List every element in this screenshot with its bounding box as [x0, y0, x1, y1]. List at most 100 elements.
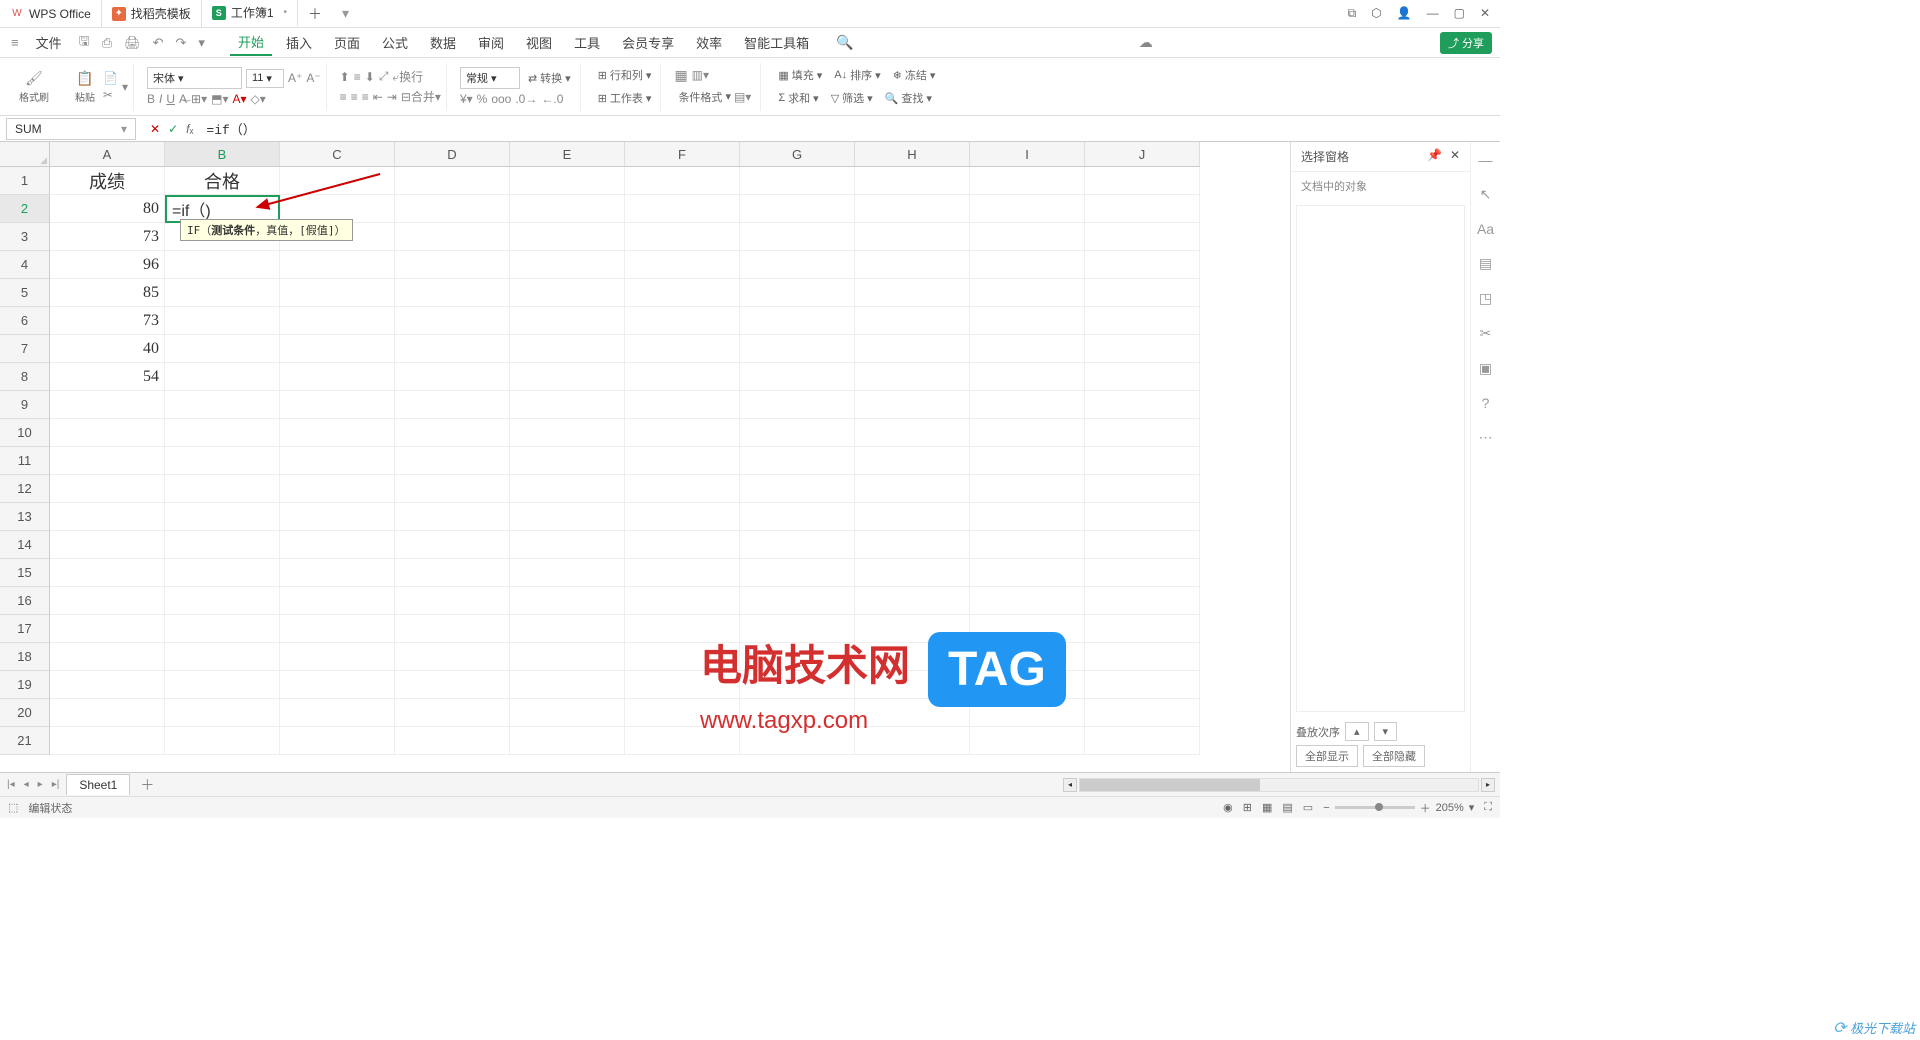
- row-header[interactable]: 19: [0, 671, 50, 699]
- row-header[interactable]: 20: [0, 699, 50, 727]
- menu-smart-tools[interactable]: 智能工具箱: [736, 30, 817, 55]
- view-normal-icon[interactable]: ⊞: [1243, 801, 1252, 814]
- row-header[interactable]: 15: [0, 559, 50, 587]
- cell[interactable]: [280, 307, 395, 335]
- rail-chart-icon[interactable]: ◳: [1479, 290, 1492, 307]
- cell[interactable]: [625, 503, 740, 531]
- cell[interactable]: [970, 503, 1085, 531]
- scroll-track[interactable]: [1079, 778, 1479, 792]
- row-header-6[interactable]: 6: [0, 307, 50, 335]
- cell[interactable]: [740, 251, 855, 279]
- cell[interactable]: [510, 727, 625, 755]
- cloud-icon[interactable]: ☁: [1139, 34, 1153, 51]
- cell[interactable]: [50, 475, 165, 503]
- col-header-I[interactable]: I: [970, 142, 1085, 167]
- strike-icon[interactable]: A̶: [179, 92, 187, 106]
- col-header-D[interactable]: D: [395, 142, 510, 167]
- cancel-icon[interactable]: ✕: [150, 122, 160, 136]
- cell[interactable]: [395, 643, 510, 671]
- cell[interactable]: [625, 363, 740, 391]
- cell[interactable]: [165, 503, 280, 531]
- cell[interactable]: [395, 391, 510, 419]
- cell-A8[interactable]: 54: [50, 363, 165, 391]
- row-header-2[interactable]: 2: [0, 195, 50, 223]
- cell[interactable]: [855, 195, 970, 223]
- rail-object-icon[interactable]: ▣: [1479, 360, 1492, 377]
- cell[interactable]: [625, 391, 740, 419]
- orientation-icon[interactable]: ⤢: [379, 69, 389, 84]
- cell[interactable]: [625, 587, 740, 615]
- cell[interactable]: [50, 615, 165, 643]
- cell[interactable]: [165, 391, 280, 419]
- cell[interactable]: [855, 279, 970, 307]
- cell[interactable]: [280, 559, 395, 587]
- cell[interactable]: [1085, 475, 1200, 503]
- cell[interactable]: [50, 503, 165, 531]
- format-painter-button[interactable]: 🖌 格式刷: [15, 68, 53, 106]
- cell[interactable]: [50, 531, 165, 559]
- col-header-J[interactable]: J: [1085, 142, 1200, 167]
- redo-icon[interactable]: ↷: [173, 33, 190, 53]
- menu-tools[interactable]: 工具: [566, 30, 608, 55]
- cell[interactable]: [280, 475, 395, 503]
- cell[interactable]: [1085, 195, 1200, 223]
- align-center-icon[interactable]: ≡: [351, 90, 358, 104]
- cell[interactable]: [625, 307, 740, 335]
- cell[interactable]: [740, 503, 855, 531]
- cell[interactable]: [1085, 447, 1200, 475]
- sum-button[interactable]: Σ求和▾: [774, 88, 822, 108]
- select-all-corner[interactable]: [0, 142, 50, 167]
- cell[interactable]: [280, 503, 395, 531]
- cell-A7[interactable]: 40: [50, 335, 165, 363]
- percent-icon[interactable]: %: [477, 92, 488, 106]
- cell[interactable]: [280, 531, 395, 559]
- cell[interactable]: [50, 559, 165, 587]
- close-button[interactable]: ✕: [1480, 6, 1490, 21]
- cell[interactable]: [395, 699, 510, 727]
- cell[interactable]: [165, 307, 280, 335]
- cell[interactable]: [740, 559, 855, 587]
- preview-icon[interactable]: 🖨: [121, 33, 144, 53]
- cell[interactable]: [1085, 671, 1200, 699]
- rows-cols-button[interactable]: ⊞行和列▾: [594, 65, 656, 85]
- view-layout-icon[interactable]: ▤: [1282, 801, 1292, 814]
- cell[interactable]: [280, 363, 395, 391]
- sheet-tab-1[interactable]: Sheet1: [66, 774, 130, 795]
- cell[interactable]: [1085, 643, 1200, 671]
- cell[interactable]: [165, 615, 280, 643]
- cell[interactable]: [395, 307, 510, 335]
- find-button[interactable]: 🔍查找▾: [881, 88, 936, 108]
- cell[interactable]: [165, 363, 280, 391]
- move-up-button[interactable]: ▴: [1345, 722, 1369, 741]
- pin-icon[interactable]: 📌: [1427, 148, 1442, 162]
- cell[interactable]: [970, 223, 1085, 251]
- cell[interactable]: [165, 531, 280, 559]
- cell[interactable]: [280, 699, 395, 727]
- menu-page[interactable]: 页面: [326, 30, 368, 55]
- layout-icon[interactable]: ⧉: [1348, 6, 1357, 21]
- fullscreen-icon[interactable]: ⛶: [1484, 801, 1492, 814]
- cell[interactable]: [970, 195, 1085, 223]
- cell[interactable]: [395, 167, 510, 195]
- cell[interactable]: [165, 559, 280, 587]
- freeze-button[interactable]: ❄冻结▾: [889, 65, 940, 85]
- cell[interactable]: [855, 419, 970, 447]
- cell[interactable]: [740, 167, 855, 195]
- tab-wps-office[interactable]: W WPS Office: [0, 0, 102, 27]
- cell[interactable]: [165, 587, 280, 615]
- cube-icon[interactable]: ⬡: [1371, 6, 1381, 21]
- cell[interactable]: [855, 531, 970, 559]
- cell[interactable]: [855, 503, 970, 531]
- zoom-dropdown-icon[interactable]: ▾: [1469, 801, 1475, 814]
- cell[interactable]: [1085, 363, 1200, 391]
- cell[interactable]: [970, 531, 1085, 559]
- cell[interactable]: [740, 279, 855, 307]
- cell[interactable]: [625, 447, 740, 475]
- col-header-C[interactable]: C: [280, 142, 395, 167]
- zoom-slider[interactable]: [1335, 806, 1415, 809]
- cell[interactable]: [395, 223, 510, 251]
- cell[interactable]: [740, 307, 855, 335]
- scroll-left-button[interactable]: ◂: [1063, 778, 1077, 792]
- table-style-icon[interactable]: ▦: [674, 67, 687, 84]
- row-header-5[interactable]: 5: [0, 279, 50, 307]
